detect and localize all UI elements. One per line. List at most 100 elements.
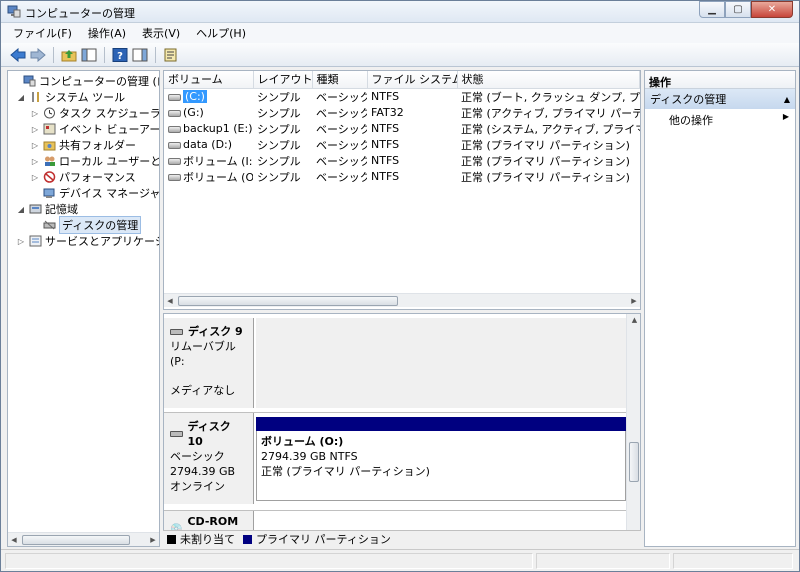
show-hide-console-tree-button[interactable]: [80, 46, 98, 64]
clock-icon: [42, 107, 56, 120]
expand-arrow-icon[interactable]: ▷: [30, 157, 40, 166]
scrollbar-thumb[interactable]: [629, 442, 639, 482]
table-row[interactable]: backup1 (E:) シンプル ベーシック NTFS 正常 (システム, ア…: [164, 121, 640, 137]
status-cell: 正常 (アクティブ, プライマリ パーティシ: [461, 106, 640, 120]
menu-file[interactable]: ファイル(F): [5, 25, 80, 41]
scroll-right-icon[interactable]: ▶: [628, 294, 640, 308]
expand-arrow-icon[interactable]: ▷: [30, 173, 40, 182]
tree-item-label: 共有フォルダー: [59, 139, 136, 152]
tree-horizontal-scrollbar[interactable]: ◀ ▶: [8, 532, 159, 546]
disk-row-disk-9[interactable]: ディスク 9 リムーバブル (P: メディアなし: [164, 318, 628, 408]
scrollbar-thumb[interactable]: [178, 296, 398, 306]
menu-action[interactable]: 操作(A): [80, 25, 134, 41]
tree-item-shared-folders[interactable]: ▷ 共有フォルダー: [30, 137, 136, 153]
menu-help[interactable]: ヘルプ(H): [188, 25, 254, 41]
collapse-up-icon[interactable]: ▲: [784, 95, 790, 104]
disk-map-vertical-scrollbar[interactable]: ▲ ▼: [626, 314, 640, 546]
file-system-cell: NTFS: [371, 90, 400, 103]
tree-item-task-scheduler[interactable]: ▷ タスク スケジューラ: [30, 105, 160, 121]
tree-item-services-applications[interactable]: ▷ サービスとアプリケーショ: [16, 233, 159, 249]
scroll-right-icon[interactable]: ▶: [147, 533, 159, 546]
legend-unallocated: 未割り当て: [180, 533, 235, 546]
expand-arrow-icon[interactable]: ▷: [30, 109, 40, 118]
scroll-left-icon[interactable]: ◀: [8, 533, 20, 546]
column-header-volume[interactable]: ボリューム: [164, 71, 254, 89]
partition-area: ボリューム (O:) 2794.39 GB NTFS 正常 (プライマリ パーテ…: [256, 413, 628, 504]
table-row[interactable]: (G:) シンプル ベーシック FAT32 正常 (アクティブ, プライマリ パ…: [164, 105, 640, 121]
type-cell: ベーシック: [316, 154, 367, 168]
tree-item-disk-management[interactable]: ディスクの管理: [30, 216, 142, 234]
maximize-button[interactable]: ▢: [725, 1, 751, 18]
table-row[interactable]: ボリューム (O:) シンプル ベーシック NTFS 正常 (プライマリ パーテ…: [164, 169, 640, 185]
disk-area-empty: [256, 318, 628, 408]
status-cell-3: [673, 553, 793, 569]
volume-name-cell: ボリューム (O:): [164, 169, 253, 185]
back-button[interactable]: [9, 46, 27, 64]
disk-info[interactable]: ディスク 10 ベーシック 2794.39 GB オンライン: [164, 413, 254, 504]
disk-row-cdrom-0[interactable]: 💿CD-ROM 0: [164, 510, 628, 543]
disk-row-disk-10[interactable]: ディスク 10 ベーシック 2794.39 GB オンライン ボリューム (O:…: [164, 412, 628, 504]
show-hide-action-pane-button[interactable]: [131, 46, 149, 64]
expand-arrow-icon[interactable]: ▷: [16, 237, 26, 246]
tree-item-label: ディスクの管理: [59, 216, 142, 234]
close-button[interactable]: ✕: [751, 1, 793, 18]
help-button[interactable]: ?: [111, 46, 129, 64]
tree-item-label: コンピューターの管理 (ローカ: [39, 75, 159, 88]
tree-item-device-manager[interactable]: デバイス マネージャー: [30, 185, 159, 201]
properties-icon: [164, 48, 177, 61]
column-header-file-system[interactable]: ファイル システム: [367, 71, 458, 89]
column-header-layout[interactable]: レイアウト: [253, 71, 313, 89]
collapse-arrow-icon[interactable]: ◢: [16, 205, 26, 214]
disk-type-label: ベーシック: [170, 450, 225, 463]
file-system-cell: NTFS: [371, 138, 400, 151]
column-header-type[interactable]: 種類: [312, 71, 368, 89]
file-system-cell: NTFS: [371, 122, 400, 135]
scrollbar-thumb[interactable]: [22, 535, 130, 545]
tree-item-label: 記憶域: [45, 203, 78, 216]
table-row[interactable]: (C:) シンプル ベーシック NTFS 正常 (ブート, クラッシュ ダンプ,…: [164, 88, 640, 105]
drive-icon: [168, 93, 181, 101]
tree-item-label: タスク スケジューラ: [59, 107, 160, 120]
table-row[interactable]: ボリューム (I:) シンプル ベーシック NTFS 正常 (プライマリ パーテ…: [164, 153, 640, 169]
expand-arrow-icon[interactable]: ▷: [30, 125, 40, 134]
status-cell: 正常 (プライマリ パーティション): [461, 138, 630, 152]
properties-button[interactable]: [162, 46, 180, 64]
scroll-up-icon[interactable]: ▲: [627, 314, 640, 326]
volume-name-cell: (G:): [164, 105, 253, 121]
scroll-left-icon[interactable]: ◀: [164, 294, 176, 308]
menu-bar: ファイル(F) 操作(A) 表示(V) ヘルプ(H): [1, 23, 799, 43]
actions-pane: 操作 ディスクの管理 ▲ 他の操作 ▶: [644, 70, 796, 547]
layout-cell: シンプル: [257, 170, 301, 184]
expand-arrow-icon[interactable]: ▷: [30, 141, 40, 150]
unallocated-swatch: [167, 534, 176, 544]
toolbar: ?: [1, 43, 799, 67]
collapse-arrow-icon[interactable]: ◢: [16, 93, 26, 102]
status-cell: 正常 (プライマリ パーティション): [461, 154, 630, 168]
window-controls: ▁ ▢ ✕: [699, 1, 793, 19]
action-pane-icon: [132, 48, 148, 61]
menu-view[interactable]: 表示(V): [134, 25, 188, 41]
tree-item-performance[interactable]: ▷ パフォーマンス: [30, 169, 136, 185]
tree-item-local-users[interactable]: ▷ ローカル ユーザーとグ: [30, 153, 159, 169]
column-header-status[interactable]: 状態: [457, 71, 640, 89]
tree-item-storage[interactable]: ◢ 記憶域: [16, 201, 78, 217]
action-more-actions[interactable]: 他の操作 ▶: [645, 109, 795, 127]
disk-name: ディスク 9: [170, 324, 247, 339]
minimize-button[interactable]: ▁: [699, 1, 725, 18]
volume-list-horizontal-scrollbar[interactable]: ◀ ▶: [164, 293, 640, 307]
partition-size: 2794.39 GB NTFS: [261, 450, 358, 463]
tree-item-event-viewer[interactable]: ▷ イベント ビューアー: [30, 121, 159, 137]
tree-item-system-tools[interactable]: ◢ システム ツール: [16, 89, 125, 105]
tree-item-computer-management[interactable]: コンピューターの管理 (ローカ: [10, 73, 159, 89]
users-icon: [42, 155, 56, 168]
actions-section-disk-management[interactable]: ディスクの管理 ▲: [645, 89, 795, 109]
up-level-button[interactable]: [60, 46, 78, 64]
table-row[interactable]: data (D:) シンプル ベーシック NTFS 正常 (プライマリ パーティ…: [164, 137, 640, 153]
device-manager-icon: [42, 187, 56, 200]
volume-name-cell: backup1 (E:): [164, 121, 253, 137]
partition-volume-o[interactable]: ボリューム (O:) 2794.39 GB NTFS 正常 (プライマリ パーテ…: [256, 431, 626, 501]
disk-info[interactable]: ディスク 9 リムーバブル (P: メディアなし: [164, 318, 254, 408]
forward-button[interactable]: [29, 46, 47, 64]
disk-info[interactable]: 💿CD-ROM 0: [164, 511, 254, 543]
